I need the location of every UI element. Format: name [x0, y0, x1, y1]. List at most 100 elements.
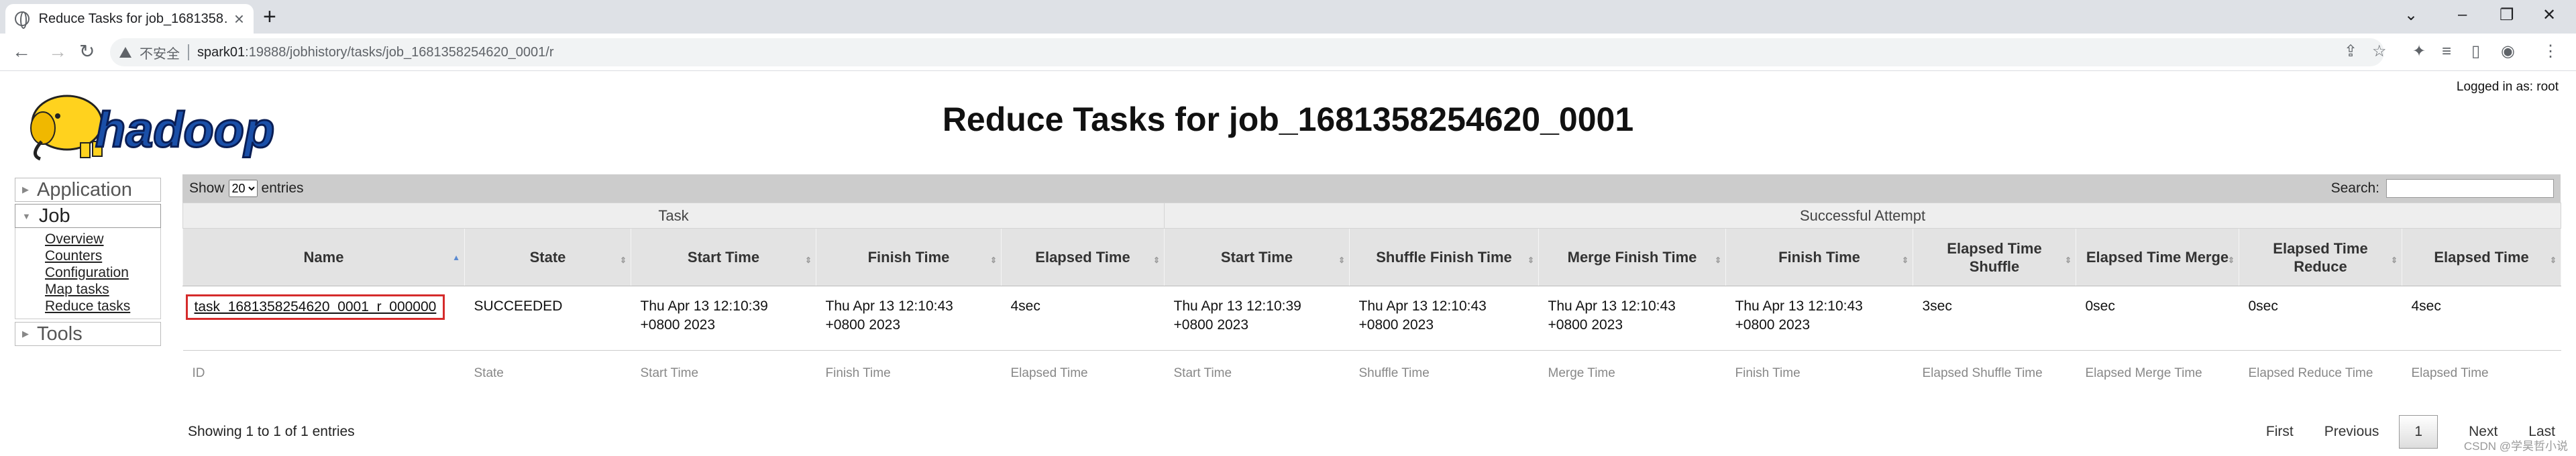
previous-page-button[interactable]: Previous	[2324, 424, 2379, 440]
sidebar-link-counters[interactable]: Counters	[45, 247, 160, 264]
entries-label: entries	[261, 180, 304, 196]
extensions-icon[interactable]: ✦	[2412, 43, 2426, 60]
filter-shuffle-time[interactable]: Shuffle Time	[1350, 351, 1539, 390]
bookmark-star-icon[interactable]: ☆	[2372, 43, 2387, 60]
sidebar: ▶ Application ▼ Job Overview Counters Co…	[15, 178, 161, 348]
sidebar-tools[interactable]: ▶ Tools	[15, 322, 161, 346]
first-page-button[interactable]: First	[2266, 424, 2294, 440]
sidebar-link-configuration[interactable]: Configuration	[45, 264, 160, 281]
sort-icon: ⇕	[2064, 255, 2072, 265]
sort-icon: ⇕	[1714, 255, 1721, 265]
cell-start-time: Thu Apr 13 12:10:39 +0800 2023	[631, 286, 816, 351]
share-icon[interactable]: ⇪	[2344, 43, 2357, 60]
filter-attempt-elapsed[interactable]: Elapsed Time	[2402, 351, 2561, 390]
col-elapsed-time[interactable]: Elapsed Time ⇕	[1001, 228, 1165, 286]
cell-attempt-finish: Thu Apr 13 12:10:43 +0800 2023	[1725, 286, 1913, 351]
filter-attempt-finish[interactable]: Finish Time	[1726, 351, 1913, 390]
group-successful-attempt: Successful Attempt	[1163, 203, 2562, 229]
reading-list-icon[interactable]: ≡	[2442, 43, 2451, 60]
cell-attempt-start: Thu Apr 13 12:10:39 +0800 2023	[1164, 286, 1350, 351]
divider	[188, 44, 189, 60]
col-finish-time[interactable]: Finish Time ⇕	[816, 228, 1002, 286]
filter-elapsed-shuffle[interactable]: Elapsed Shuffle Time	[1913, 351, 2076, 390]
highlight-box: task_1681358254620_0001_r_000000	[185, 294, 445, 320]
filter-elapsed-time[interactable]: Elapsed Time	[1002, 351, 1165, 390]
tab-search-icon[interactable]: ⌄	[2404, 5, 2418, 25]
col-state[interactable]: State ⇕	[464, 228, 631, 286]
cell-state: SUCCEEDED	[464, 286, 631, 351]
show-label: Show	[189, 180, 225, 196]
forward-icon[interactable]: →	[48, 42, 67, 62]
group-task: Task	[182, 203, 1165, 229]
sort-icon: ⇕	[1152, 255, 1160, 265]
sort-icon: ⇕	[2550, 255, 2557, 265]
menu-icon[interactable]: ⋮	[2542, 43, 2559, 60]
column-headers: Name ▲ State ⇕ Start Time ⇕ Finish Time ⇕ El…	[182, 228, 2562, 286]
col-elapsed-merge[interactable]: Elapsed Time Merge ⇕	[2076, 228, 2239, 286]
browser-tab[interactable]: Reduce Tasks for job_1681358… ×	[5, 4, 254, 34]
cell-elapsed-shuffle: 3sec	[1913, 286, 2076, 351]
sort-icon: ⇕	[804, 255, 812, 265]
page-1-button[interactable]: 1	[2399, 415, 2438, 449]
cell-name: task_1681358254620_0001_r_000000	[182, 286, 465, 351]
url-text: spark01:19888/jobhistory/tasks/job_16813…	[197, 45, 554, 60]
sort-icon: ⇕	[1901, 255, 1909, 265]
col-name[interactable]: Name ▲	[182, 228, 465, 286]
search-input[interactable]	[2386, 179, 2554, 198]
sidebar-application[interactable]: ▶ Application	[15, 178, 161, 202]
reload-icon[interactable]: ↻	[79, 42, 95, 62]
table-info: Showing 1 to 1 of 1 entries	[188, 424, 355, 439]
table-row: task_1681358254620_0001_r_000000 SUCCEED…	[182, 286, 2561, 351]
filter-merge-time[interactable]: Merge Time	[1539, 351, 1726, 390]
filter-state[interactable]: State	[465, 351, 631, 390]
page-size-select[interactable]: 20	[228, 180, 258, 197]
tab-close-icon[interactable]: ×	[234, 10, 244, 27]
sidebar-application-label: Application	[37, 178, 132, 201]
sort-icon: ⇕	[619, 255, 627, 265]
logged-in-label: Logged in as: root	[2456, 80, 2559, 94]
sidebar-link-reduce-tasks[interactable]: Reduce tasks	[45, 298, 160, 315]
filter-elapsed-reduce[interactable]: Elapsed Reduce Time	[2239, 351, 2402, 390]
window-close-icon[interactable]: ✕	[2542, 5, 2556, 25]
page-content: Logged in as: root hadoop Reduce Tasks f…	[0, 72, 2576, 456]
sort-icon: ⇕	[2227, 255, 2235, 265]
filter-elapsed-merge[interactable]: Elapsed Merge Time	[2076, 351, 2239, 390]
globe-icon	[15, 11, 30, 29]
sidebar-link-map-tasks[interactable]: Map tasks	[45, 281, 160, 298]
sidebar-job-label: Job	[38, 205, 70, 227]
col-elapsed-shuffle[interactable]: Elapsed Time Shuffle ⇕	[1913, 228, 2076, 286]
cell-finish-time: Thu Apr 13 12:10:43 +0800 2023	[816, 286, 1002, 351]
cell-merge-finish: Thu Apr 13 12:10:43 +0800 2023	[1538, 286, 1726, 351]
new-tab-button[interactable]: +	[263, 5, 276, 28]
filter-id[interactable]: ID	[183, 351, 465, 390]
col-start-time[interactable]: Start Time ⇕	[631, 228, 816, 286]
cell-attempt-elapsed: 4sec	[2402, 286, 2561, 351]
search-label: Search:	[2330, 180, 2379, 196]
col-elapsed-reduce[interactable]: Elapsed Time Reduce ⇕	[2239, 228, 2402, 286]
filter-attempt-start[interactable]: Start Time	[1165, 351, 1350, 390]
sidebar-link-overview[interactable]: Overview	[45, 231, 160, 247]
side-panel-icon[interactable]: ▯	[2471, 43, 2480, 60]
collapsed-arrow-icon: ▶	[22, 329, 29, 339]
minimize-icon[interactable]: –	[2458, 5, 2467, 24]
col-attempt-start-time[interactable]: Start Time ⇕	[1164, 228, 1350, 286]
sort-icon: ⇕	[989, 255, 997, 265]
filter-start-time[interactable]: Start Time	[631, 351, 816, 390]
sidebar-job[interactable]: ▼ Job	[15, 204, 161, 228]
address-bar[interactable]: 不安全 spark01:19888/jobhistory/tasks/job_1…	[110, 38, 2384, 66]
page-title: Reduce Tasks for job_1681358254620_0001	[942, 101, 1634, 138]
col-shuffle-finish-time[interactable]: Shuffle Finish Time ⇕	[1349, 228, 1539, 286]
cell-elapsed-reduce: 0sec	[2239, 286, 2402, 351]
restore-icon[interactable]: ❐	[2500, 5, 2514, 25]
col-attempt-finish-time[interactable]: Finish Time ⇕	[1725, 228, 1913, 286]
expanded-arrow-icon: ▼	[22, 211, 31, 221]
cell-elapsed-merge: 0sec	[2076, 286, 2239, 351]
back-icon[interactable]: ←	[12, 42, 31, 62]
col-merge-finish-time[interactable]: Merge Finish Time ⇕	[1538, 228, 1726, 286]
task-link[interactable]: task_1681358254620_0001_r_000000	[195, 299, 437, 315]
insecure-label: 不安全	[140, 46, 180, 62]
collapsed-arrow-icon: ▶	[22, 184, 29, 194]
profile-icon[interactable]: ◉	[2501, 43, 2515, 60]
filter-finish-time[interactable]: Finish Time	[816, 351, 1002, 390]
col-attempt-elapsed[interactable]: Elapsed Time ⇕	[2401, 228, 2562, 286]
